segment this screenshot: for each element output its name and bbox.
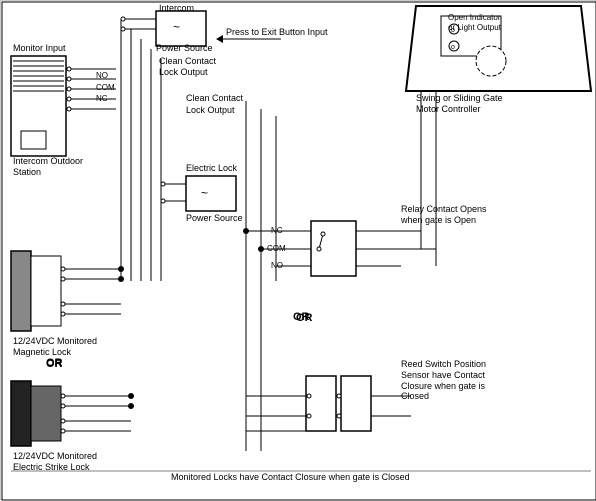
- reed-switch-label: Reed Switch PositionSensor have ContactC…: [401, 359, 486, 402]
- open-indicator-label: Open Indicatoror Light Output: [448, 13, 501, 32]
- svg-text:COM: COM: [96, 83, 115, 92]
- svg-text:NC: NC: [96, 94, 108, 103]
- relay-contact-label: Relay Contact Openswhen gate is Open: [401, 204, 487, 226]
- svg-text:Monitor Input: Monitor Input: [13, 43, 66, 53]
- svg-text:NO: NO: [96, 71, 108, 80]
- electric-strike-label: 12/24VDC MonitoredElectric Strike Lock: [13, 451, 97, 473]
- svg-text:Electric Lock: Electric Lock: [186, 163, 238, 173]
- svg-text:~: ~: [201, 186, 208, 200]
- magnetic-lock-label: 12/24VDC MonitoredMagnetic Lock: [13, 336, 97, 358]
- or-label-2: OR: [293, 311, 310, 324]
- svg-text:Power Source: Power Source: [186, 213, 243, 223]
- swing-gate-label: Swing or Sliding GateMotor Controller: [416, 93, 503, 115]
- monitored-locks-note: Monitored Locks have Contact Closure whe…: [171, 472, 410, 483]
- svg-text:o: o: [451, 44, 455, 51]
- svg-text:Press to Exit Button Input: Press to Exit Button Input: [226, 27, 328, 37]
- intercom-outdoor-station-label: Intercom OutdoorStation: [13, 156, 83, 178]
- svg-text:~: ~: [173, 20, 180, 34]
- wiring-diagram: Monitor Input NO COM NC ~ Intercom Power…: [0, 0, 596, 500]
- svg-text:Lock Output: Lock Output: [186, 105, 235, 115]
- svg-text:Power Source: Power Source: [156, 43, 213, 53]
- or-label-1: OR: [46, 358, 63, 371]
- clean-contact-label: Clean ContactLock Output: [159, 56, 216, 78]
- svg-text:Intercom: Intercom: [159, 3, 194, 13]
- svg-text:Clean Contact: Clean Contact: [186, 93, 244, 103]
